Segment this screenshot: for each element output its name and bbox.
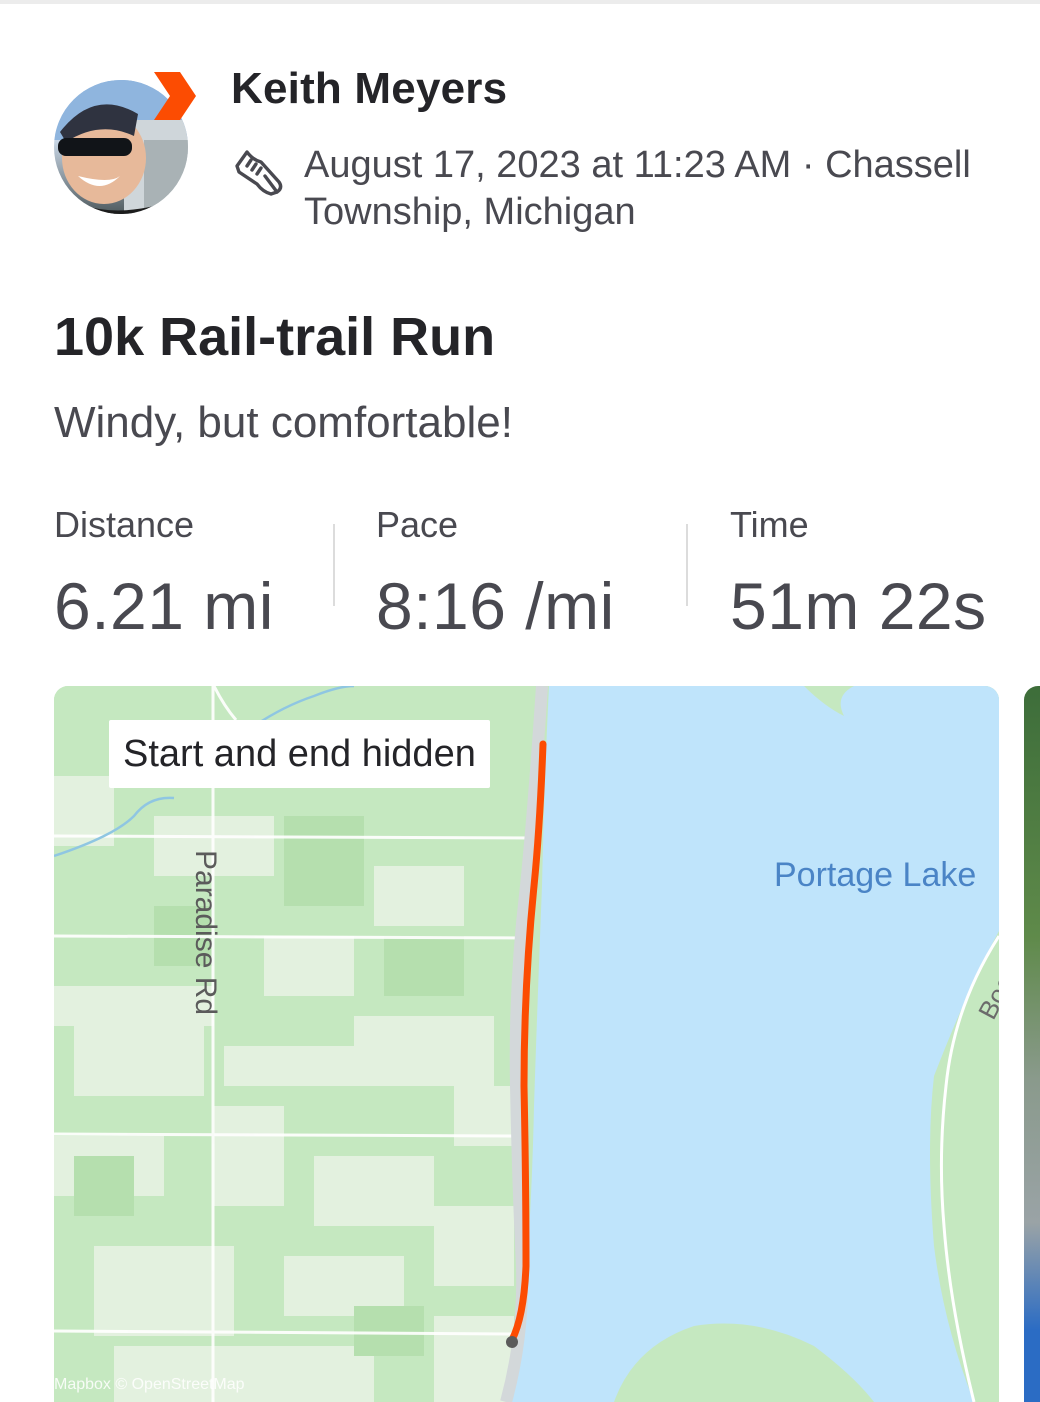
stat-pace-value: 8:16 /mi [376, 569, 615, 643]
stat-divider [686, 524, 688, 606]
activity-title[interactable]: 10k Rail-trail Run [54, 306, 495, 368]
stat-divider [333, 524, 335, 606]
map-canvas [54, 686, 999, 1402]
privacy-label: Start and end hidden [109, 720, 490, 788]
activity-description: Windy, but comfortable! [54, 398, 513, 447]
map-attribution[interactable]: Mapbox © OpenStreetMap [54, 1376, 245, 1394]
strava-badge-icon [154, 72, 196, 120]
stat-time-value: 51m 22s [730, 569, 987, 643]
route-map[interactable]: Start and end hidden Paradise Rd Portage… [54, 686, 999, 1402]
activity-date-location: August 17, 2023 at 11:23 AM · Chassell T… [304, 144, 971, 233]
stat-pace-label: Pace [376, 504, 459, 545]
top-divider [0, 0, 1040, 4]
stat-time-label: Time [730, 504, 809, 545]
stat-distance: Distance 6.21 mi [54, 504, 274, 644]
stat-distance-label: Distance [54, 504, 195, 545]
stat-distance-value: 6.21 mi [54, 569, 274, 643]
stat-time: Time 51m 22s [730, 504, 987, 644]
activity-photo-thumbnail[interactable] [1024, 686, 1040, 1402]
running-shoe-icon [235, 150, 283, 196]
road-label-paradise: Paradise Rd [189, 850, 222, 1016]
stat-pace: Pace 8:16 /mi [376, 504, 615, 644]
athlete-name[interactable]: Keith Meyers [231, 64, 507, 114]
route-end-marker [506, 1336, 518, 1348]
lake-label: Portage Lake [774, 856, 977, 894]
